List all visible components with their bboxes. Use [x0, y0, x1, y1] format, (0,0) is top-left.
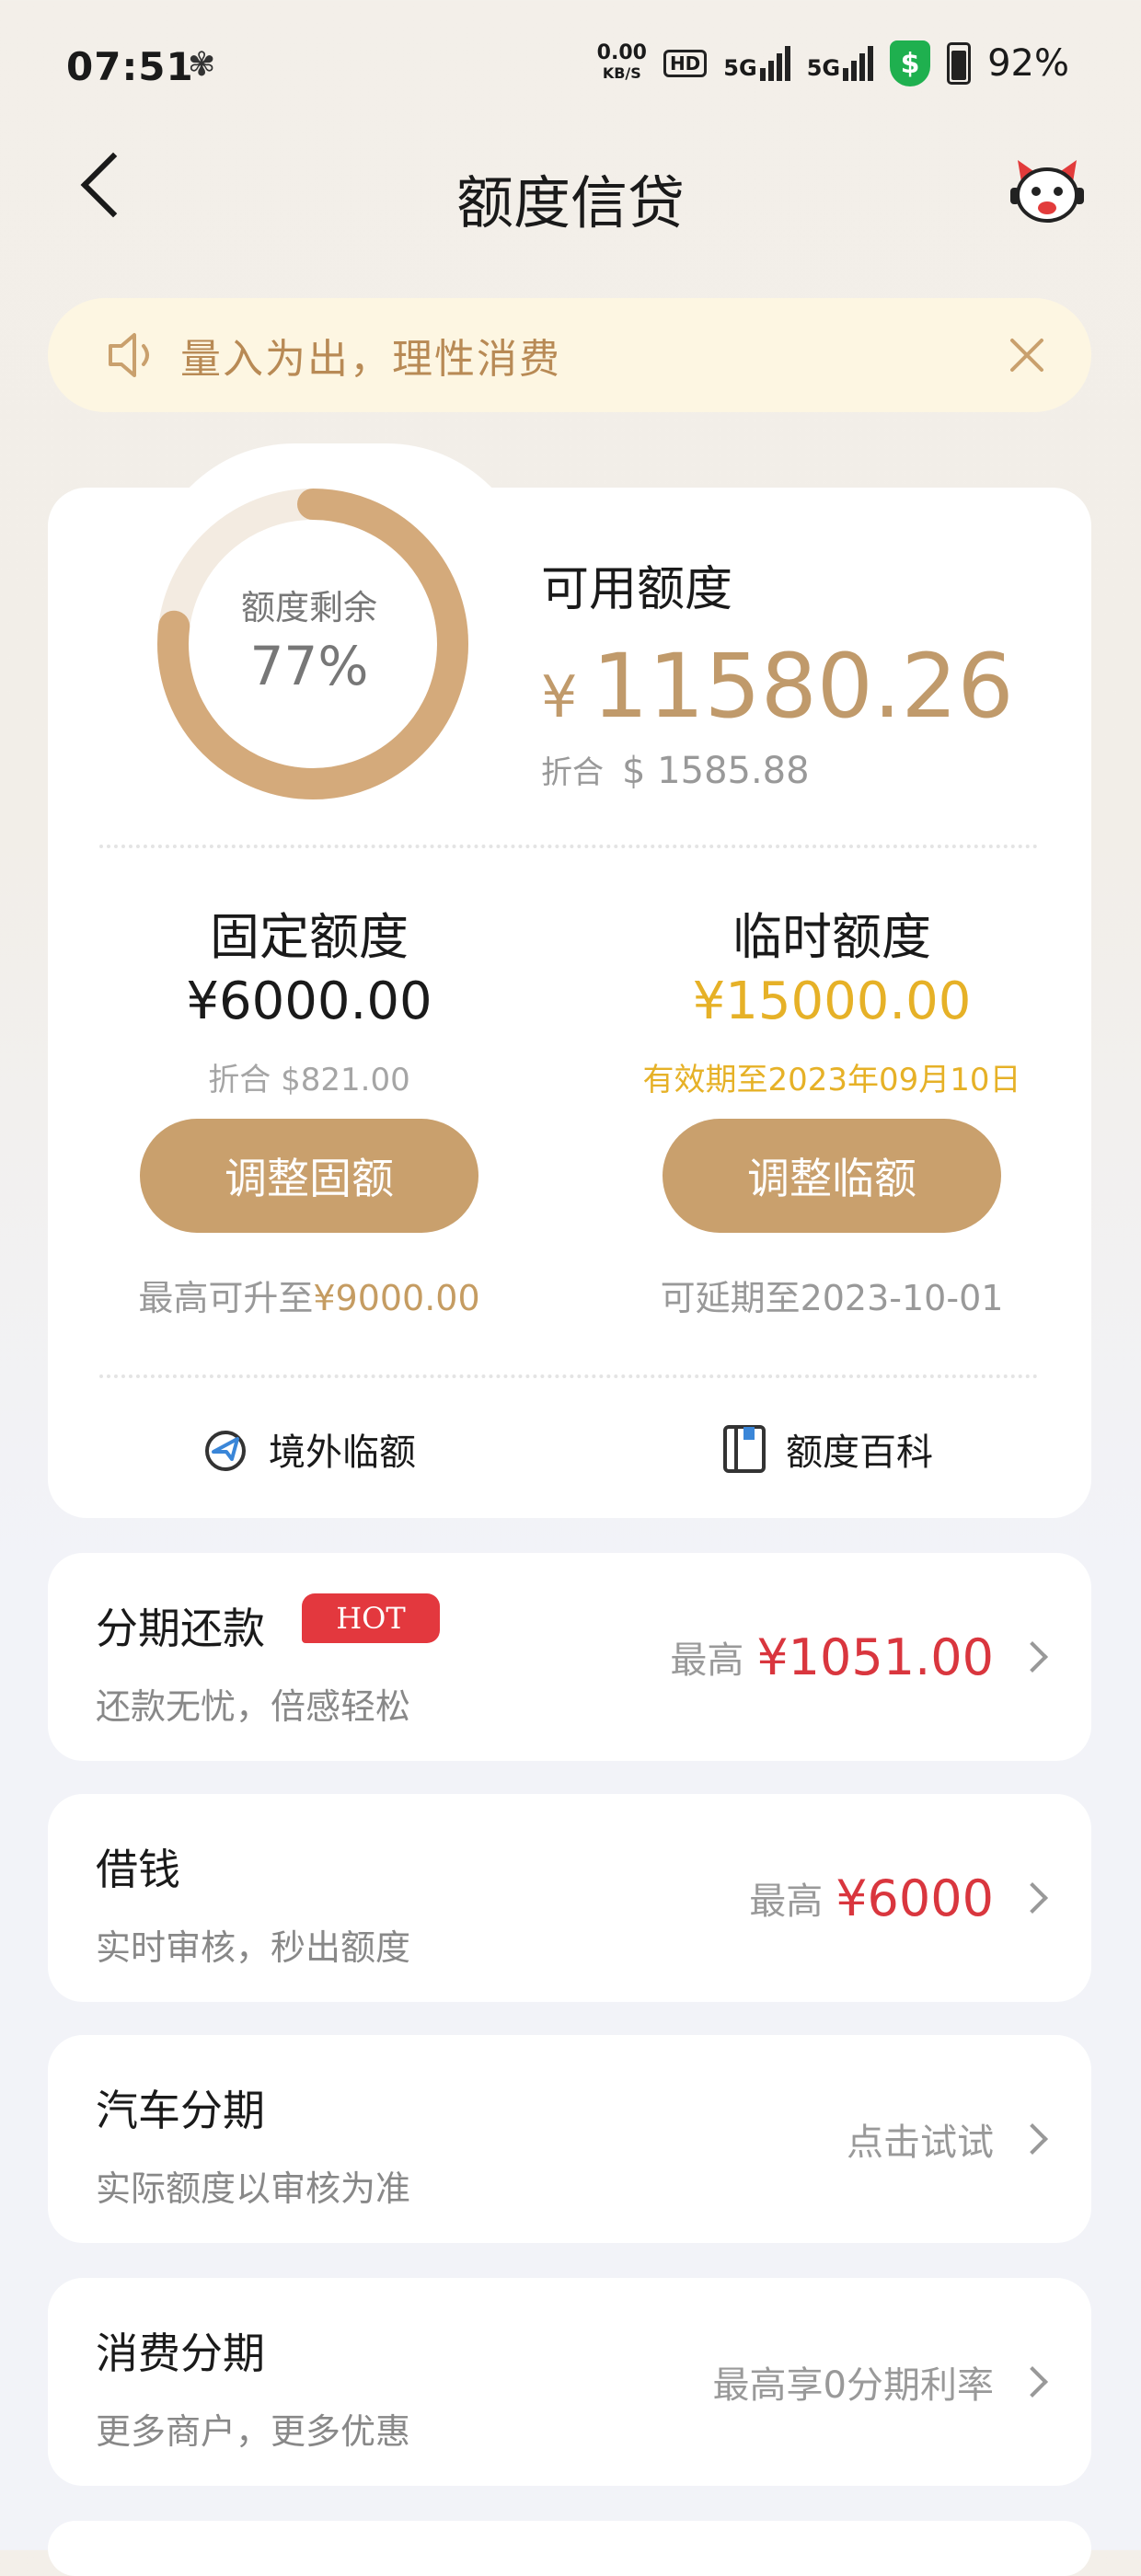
- speaker-icon: [109, 333, 149, 377]
- available-amount: ¥ 11580.26: [541, 635, 1014, 738]
- service-subtitle: 实时审核，秒出额度: [96, 1927, 411, 1968]
- signal-icon: 5G: [723, 46, 790, 81]
- status-time: 07:51: [66, 44, 194, 89]
- divider: [99, 845, 1038, 848]
- hd-badge: HD: [663, 50, 708, 77]
- temp-limit-title: 临时额度: [732, 908, 931, 966]
- remaining-label: 额度剩余: [241, 588, 377, 627]
- service-title: 汽车分期: [96, 2086, 265, 2135]
- encyclopedia-link[interactable]: 额度百科: [721, 1422, 933, 1476]
- chevron-right-icon: [1017, 1641, 1048, 1673]
- service-subtitle: 还款无忧，倍感轻松: [96, 1686, 411, 1727]
- temp-limit-note: 可延期至2023-10-01: [660, 1278, 1004, 1318]
- status-icons: 0.00 KB/S HD 5G 5G $ 92%: [597, 40, 1069, 86]
- fixed-limit-note: 最高可升至¥9000.00: [138, 1278, 480, 1318]
- borrow-card[interactable]: 借钱 实时审核，秒出额度 最高 ¥6000: [48, 1794, 1091, 2002]
- currency-symbol: ¥: [541, 663, 578, 730]
- adjust-temp-button[interactable]: 调整临额: [663, 1119, 1001, 1233]
- service-right: 最高 ¥1051.00: [670, 1553, 1048, 1761]
- overseas-limit-link[interactable]: 境外临额: [201, 1422, 416, 1476]
- net-speed: 0.00 KB/S: [596, 41, 647, 83]
- page-title: 额度信贷: [455, 169, 685, 236]
- status-bar: 07:51 ✾ 0.00 KB/S HD 5G 5G $ 92%: [0, 0, 1141, 138]
- chevron-right-icon: [1017, 1882, 1048, 1914]
- chevron-right-icon: [1017, 2366, 1048, 2398]
- chevron-right-icon: [1017, 2123, 1048, 2155]
- fixed-limit-amount: ¥6000.00: [186, 972, 432, 1031]
- service-right: 点击试试: [847, 2035, 1048, 2243]
- next-card-partial[interactable]: [48, 2521, 1091, 2576]
- notice-banner: 量入为出，理性消费: [48, 298, 1091, 412]
- airplane-globe-icon: [205, 1431, 246, 1471]
- divider: [99, 1374, 1038, 1378]
- service-title: 分期还款: [96, 1604, 265, 1653]
- service-subtitle: 实际额度以审核为准: [96, 2168, 411, 2209]
- fixed-limit-title: 固定额度: [210, 908, 409, 966]
- close-icon[interactable]: [1007, 335, 1047, 375]
- battery-icon: [947, 42, 972, 85]
- service-right: 最高享0分期利率: [713, 2278, 1048, 2486]
- book-icon: [723, 1425, 766, 1473]
- remaining-percent: 77%: [249, 635, 369, 697]
- temp-limit-validity: 有效期至2023年09月10日: [642, 1062, 1021, 1098]
- car-installment-card[interactable]: 汽车分期 实际额度以审核为准 点击试试: [48, 2035, 1091, 2243]
- battery-level: 92%: [987, 42, 1069, 85]
- available-value: 11580.26: [592, 635, 1014, 738]
- notice-text: 量入为出，理性消费: [180, 336, 561, 383]
- consumer-installment-card[interactable]: 消费分期 更多商户，更多优惠 最高享0分期利率: [48, 2278, 1091, 2486]
- shield-icon: $: [890, 40, 931, 86]
- flower-icon: ✾: [188, 46, 216, 84]
- service-subtitle: 更多商户，更多优惠: [96, 2411, 411, 2452]
- signal-icon: 5G: [807, 46, 874, 81]
- service-title: 消费分期: [96, 2329, 265, 2378]
- hot-badge: HOT: [302, 1593, 440, 1643]
- mascot-icon[interactable]: [1008, 155, 1086, 228]
- installment-repay-card[interactable]: 分期还款 HOT 还款无忧，倍感轻松 最高 ¥1051.00: [48, 1553, 1091, 1761]
- service-title: 借钱: [96, 1845, 180, 1894]
- available-converted: 折合 $ 1585.88: [541, 750, 810, 792]
- temp-limit-amount: ¥15000.00: [692, 972, 972, 1031]
- fixed-limit-converted: 折合 $821.00: [208, 1062, 410, 1098]
- adjust-fixed-button[interactable]: 调整固额: [140, 1119, 478, 1233]
- available-label: 可用额度: [541, 562, 733, 617]
- service-right: 最高 ¥6000: [749, 1794, 1048, 2002]
